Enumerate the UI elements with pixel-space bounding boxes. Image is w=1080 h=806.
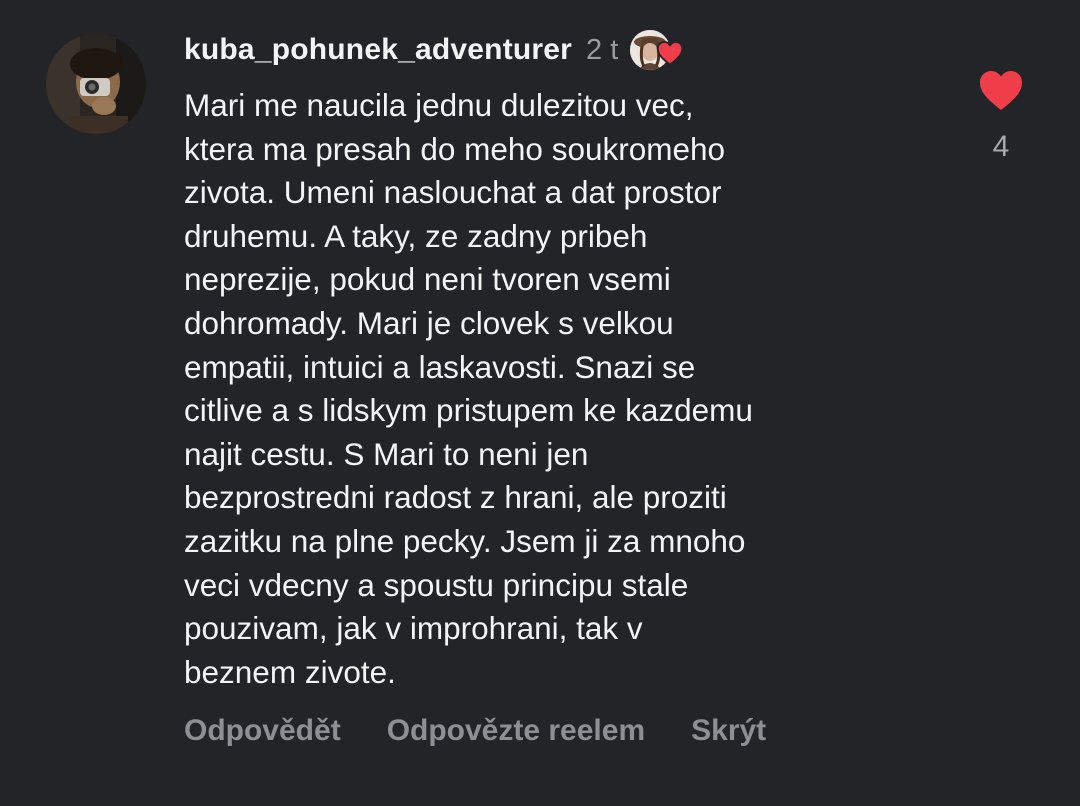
comment-text: Mari me naucila jednu dulezitou vec, kte… (184, 87, 753, 690)
hide-button[interactable]: Skrýt (691, 714, 766, 748)
reply-with-reel-button[interactable]: Odpovězte reelem (387, 714, 645, 748)
comment-header: kuba_pohunek_adventurer 2 t (184, 28, 686, 72)
heart-icon[interactable] (977, 68, 1025, 112)
like-control[interactable]: 4 (970, 68, 1032, 164)
creator-like-badge (630, 28, 686, 72)
creator-liked-heart-icon (657, 40, 684, 66)
reply-button[interactable]: Odpovědět (184, 714, 341, 748)
comment-item: kuba_pohunek_adventurer 2 t Mari me nauc… (0, 0, 1080, 806)
comment-actions: Odpovědět Odpovězte reelem Skrýt (184, 714, 766, 748)
timestamp: 2 t (586, 33, 619, 66)
username[interactable]: kuba_pohunek_adventurer (184, 33, 572, 67)
like-count: 4 (992, 130, 1010, 163)
avatar[interactable] (46, 34, 146, 134)
